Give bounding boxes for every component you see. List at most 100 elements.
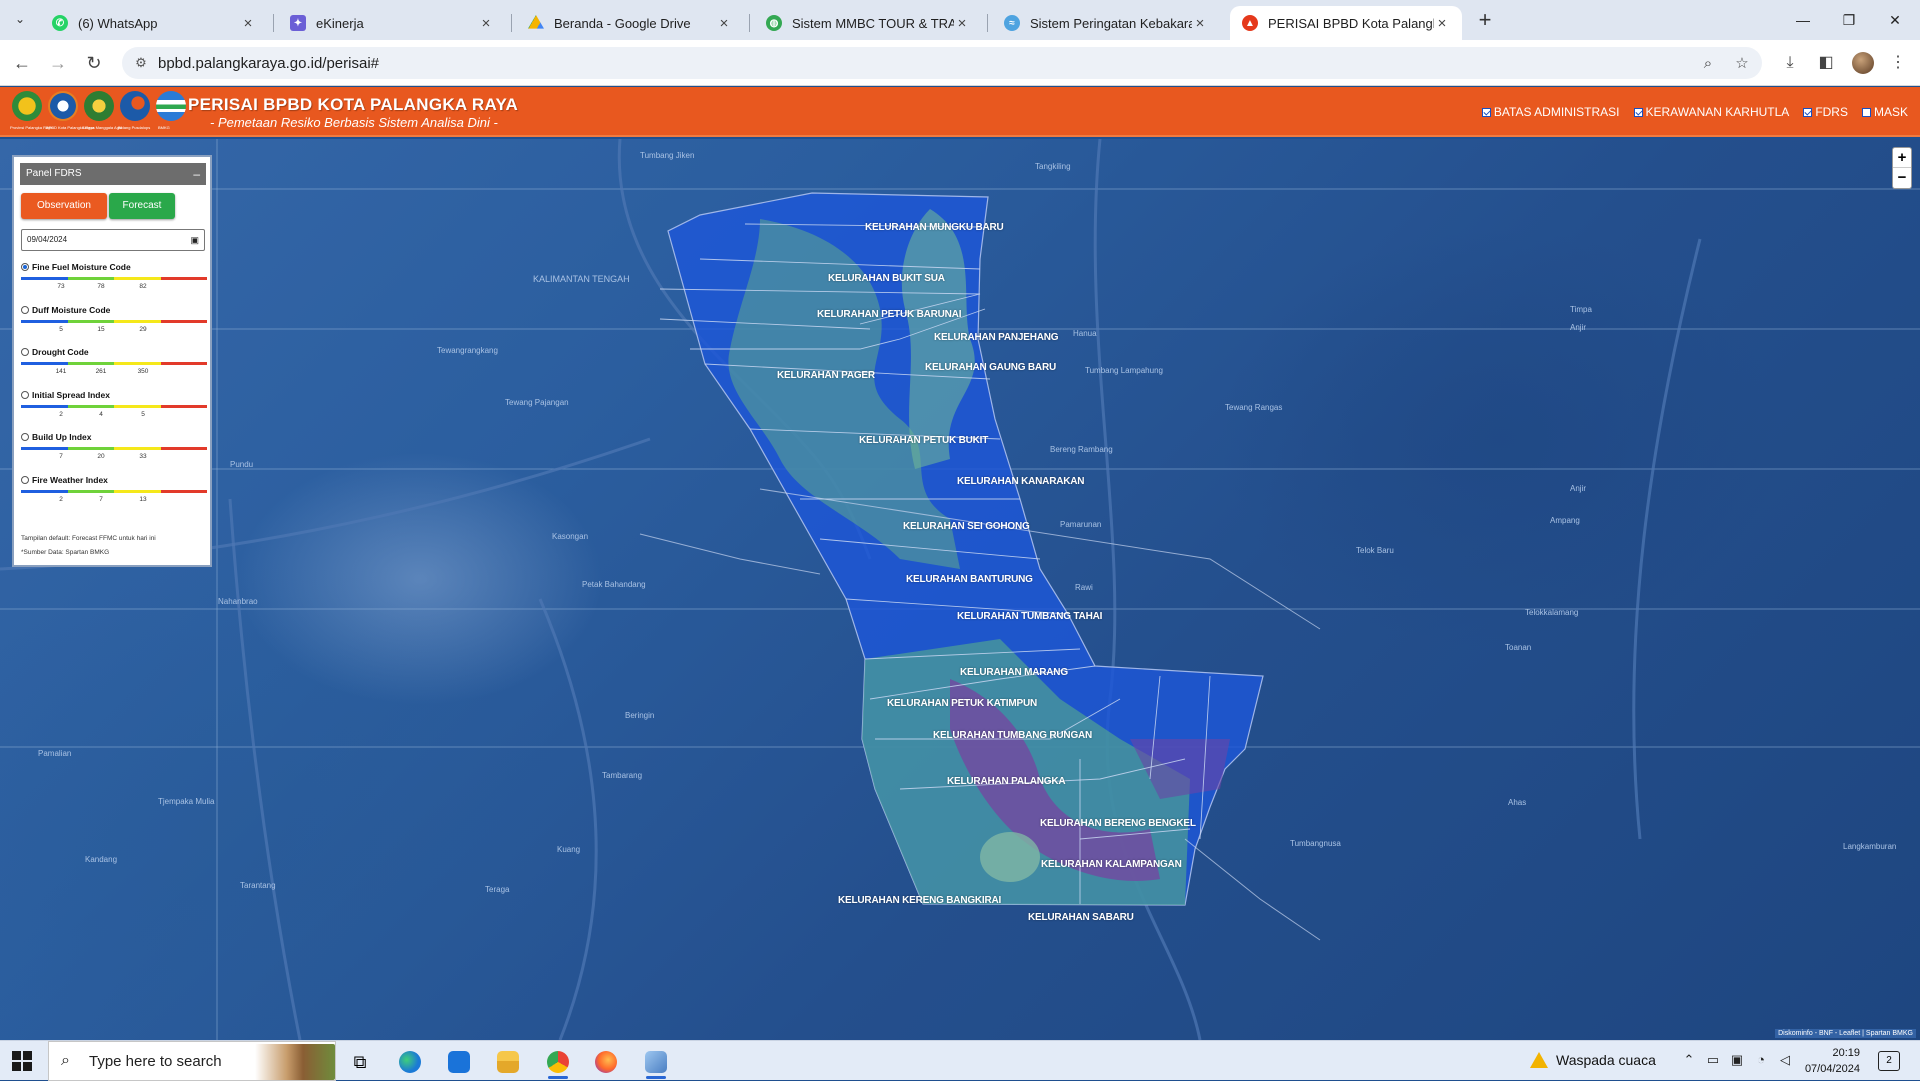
system-clock[interactable]: 20:19 07/04/2024 bbox=[1800, 1045, 1860, 1077]
close-tab-icon[interactable]: × bbox=[1434, 15, 1450, 32]
scale-tick-label: 7 bbox=[59, 453, 63, 460]
weather-widget[interactable]: Waspada cuaca bbox=[1530, 1052, 1656, 1068]
radio-button[interactable] bbox=[21, 433, 29, 441]
wifi-icon[interactable]: ◔ bbox=[1752, 1052, 1770, 1067]
taskbar-search-box[interactable]: ⌕ Type here to search bbox=[48, 1041, 336, 1081]
date-value: 09/04/2024 bbox=[27, 235, 68, 244]
menu-kebab-icon[interactable]: ⋮ bbox=[1886, 51, 1910, 75]
mail-icon[interactable] bbox=[441, 1047, 477, 1077]
display-icon[interactable]: ▣ bbox=[1728, 1052, 1746, 1068]
close-tab-icon[interactable]: × bbox=[716, 15, 732, 32]
edge-icon[interactable] bbox=[392, 1047, 428, 1077]
profile-avatar[interactable] bbox=[1852, 52, 1874, 74]
radio-button[interactable] bbox=[21, 348, 29, 356]
fdrs-index-option[interactable]: Fine Fuel Moisture Code 73 78 82 bbox=[21, 262, 207, 303]
kelurahan-label: KELURAHAN SABARU bbox=[1028, 912, 1134, 923]
layer-toggle-kerawanan-karhutla[interactable]: KERAWANAN KARHUTLA bbox=[1633, 105, 1789, 119]
logo-caption: Bidang Pusdalops bbox=[118, 125, 151, 130]
tab-divider bbox=[273, 14, 274, 32]
fdrs-index-option[interactable]: Duff Moisture Code 5 15 29 bbox=[21, 304, 207, 346]
task-view-icon[interactable]: ⧉ bbox=[342, 1047, 378, 1077]
checkbox-icon[interactable] bbox=[1633, 107, 1643, 117]
meet-now-icon[interactable]: ▭ bbox=[1704, 1052, 1722, 1068]
calendar-icon[interactable]: ▣ bbox=[190, 230, 199, 250]
minimize-icon[interactable]: — bbox=[1780, 0, 1826, 40]
index-scale-ticks: 5 15 29 bbox=[21, 326, 207, 334]
place-label: Toanan bbox=[1505, 643, 1532, 652]
globe-icon: ◍ bbox=[766, 15, 782, 31]
whatsapp-icon: ✆ bbox=[52, 15, 68, 31]
restore-icon[interactable]: ❐ bbox=[1826, 0, 1872, 40]
tab-ekinerja[interactable]: ✦ eKinerja × bbox=[278, 6, 506, 40]
observation-button[interactable]: Observation bbox=[21, 193, 107, 219]
zoom-out-button[interactable]: − bbox=[1893, 168, 1911, 188]
notification-center-icon[interactable]: 2 bbox=[1878, 1051, 1900, 1071]
province-logo bbox=[12, 91, 42, 121]
close-tab-icon[interactable]: × bbox=[1192, 15, 1208, 32]
layer-toggle-label: BATAS ADMINISTRASI bbox=[1493, 105, 1620, 119]
place-label: Rawi bbox=[1075, 583, 1093, 592]
weather-warning-icon bbox=[1530, 1052, 1548, 1068]
fdrs-index-option[interactable]: Fire Weather Index 2 7 13 bbox=[21, 475, 207, 516]
fdrs-index-option[interactable]: Build Up Index 7 20 33 bbox=[21, 432, 207, 473]
volume-icon[interactable]: ◁ bbox=[1776, 1052, 1794, 1068]
app-pinned-icon[interactable] bbox=[638, 1047, 674, 1079]
radio-button[interactable] bbox=[21, 475, 29, 484]
chevron-up-icon[interactable]: ⌃ bbox=[1680, 1052, 1698, 1068]
zoom-control: + − bbox=[1892, 147, 1912, 189]
place-label: Beringin bbox=[625, 711, 655, 720]
reload-icon[interactable]: ↻ bbox=[80, 49, 108, 77]
layer-toggle-mask[interactable]: MASK bbox=[1861, 105, 1908, 119]
zoom-in-button[interactable]: + bbox=[1893, 148, 1911, 168]
clock-date: 07/04/2024 bbox=[1804, 1063, 1860, 1075]
radio-button[interactable] bbox=[21, 263, 29, 271]
tab-divider bbox=[987, 14, 988, 32]
index-color-scale bbox=[21, 447, 207, 450]
checkbox-icon[interactable] bbox=[1803, 107, 1813, 117]
tab-search-icon[interactable]: ⌄ bbox=[8, 8, 32, 32]
collapse-icon[interactable]: – bbox=[193, 163, 200, 185]
kelurahan-label: KELURAHAN PETUK BUKIT bbox=[859, 435, 989, 446]
date-field[interactable]: 09/04/2024 ▣ bbox=[21, 229, 205, 251]
address-bar[interactable]: ⚙ bpbd.palangkaraya.go.id/perisai# ⌕ ☆ bbox=[122, 47, 1762, 79]
fdrs-index-option[interactable]: Drought Code 141 261 350 bbox=[21, 347, 207, 388]
scale-tick-label: 78 bbox=[97, 283, 105, 290]
site-info-icon[interactable]: ⚙ bbox=[132, 54, 150, 72]
file-explorer-icon[interactable] bbox=[490, 1047, 526, 1077]
forward-arrow-icon[interactable]: → bbox=[44, 49, 72, 77]
close-tab-icon[interactable]: × bbox=[954, 15, 970, 32]
tab-peringatan-kebakaran[interactable]: ≈ Sistem Peringatan Kebakaran H × bbox=[992, 6, 1220, 40]
new-tab-button[interactable]: + bbox=[1472, 8, 1498, 34]
tab-mmbc-tour[interactable]: ◍ Sistem MMBC TOUR & TRAVEL × bbox=[754, 6, 982, 40]
radio-button[interactable] bbox=[21, 390, 29, 399]
index-color-scale bbox=[21, 489, 207, 493]
place-label: Nahanbrao bbox=[218, 597, 258, 606]
layer-toggle-fdrs[interactable]: FDRS bbox=[1803, 105, 1848, 119]
tab-whatsapp[interactable]: ✆ (6) WhatsApp × bbox=[40, 6, 268, 40]
side-panel-icon[interactable]: ◧ bbox=[1814, 51, 1838, 75]
tab-perisai-bpbd[interactable]: ▲ PERISAI BPBD Kota Palangka Ra × bbox=[1230, 6, 1462, 40]
windows-start-icon[interactable] bbox=[12, 1051, 32, 1071]
checkbox-icon[interactable] bbox=[1481, 107, 1491, 117]
scale-tick-label: 13 bbox=[139, 495, 147, 503]
windows-taskbar: ⌕ Type here to search ⧉ Waspada cuaca ⌃ … bbox=[0, 1040, 1920, 1081]
chrome-icon[interactable] bbox=[540, 1047, 576, 1079]
tab-google-drive[interactable]: Beranda - Google Drive × bbox=[516, 6, 744, 40]
firefox-icon[interactable] bbox=[588, 1047, 624, 1077]
back-arrow-icon[interactable]: ← bbox=[8, 49, 36, 77]
close-tab-icon[interactable]: × bbox=[240, 15, 256, 32]
bookmark-star-icon[interactable]: ☆ bbox=[1732, 54, 1752, 74]
radio-button[interactable] bbox=[21, 305, 29, 314]
index-label: Duff Moisture Code bbox=[32, 304, 111, 315]
layer-toggle-batas-administrasi[interactable]: BATAS ADMINISTRASI bbox=[1481, 105, 1620, 119]
download-icon[interactable]: ⤓ bbox=[1778, 51, 1802, 75]
fdrs-index-option[interactable]: Initial Spread Index 2 4 5 bbox=[21, 390, 207, 431]
place-label: Tangkiling bbox=[1035, 162, 1071, 171]
map-canvas[interactable]: Tumbang Jiken Tangkiling KALIMANTAN TENG… bbox=[0, 139, 1920, 1040]
close-tab-icon[interactable]: × bbox=[478, 15, 494, 32]
scale-tick-label: 141 bbox=[55, 368, 67, 375]
checkbox-icon[interactable] bbox=[1861, 107, 1871, 117]
close-window-icon[interactable]: ✕ bbox=[1872, 0, 1918, 40]
forecast-button[interactable]: Forecast bbox=[109, 193, 175, 219]
zoom-magnifier-icon[interactable]: ⌕ bbox=[1698, 54, 1718, 74]
